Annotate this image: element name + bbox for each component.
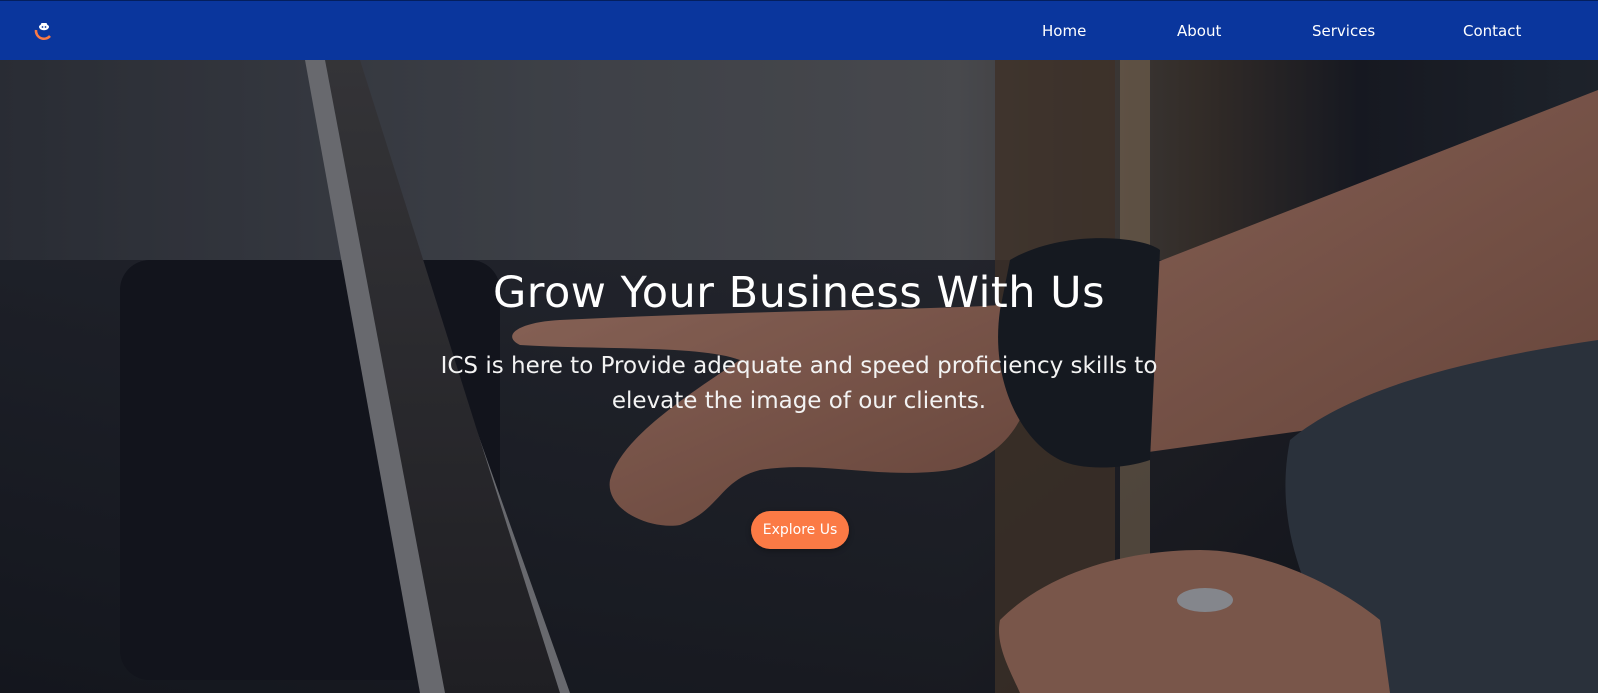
- hero-title: Grow Your Business With Us: [492, 268, 1106, 318]
- nav-link-home[interactable]: Home: [1042, 22, 1086, 40]
- hero-content: Grow Your Business With Us ICS is here t…: [0, 60, 1598, 693]
- ics-logo-icon[interactable]: [32, 18, 56, 42]
- nav-link-services[interactable]: Services: [1312, 22, 1375, 40]
- explore-us-button[interactable]: Explore Us: [751, 511, 849, 549]
- nav-link-contact[interactable]: Contact: [1463, 22, 1521, 40]
- hero-section: Grow Your Business With Us ICS is here t…: [0, 60, 1598, 693]
- hero-subtitle: ICS is here to Provide adequate and spee…: [440, 353, 1158, 414]
- navbar: Home About Services Contact: [0, 0, 1598, 60]
- nav-link-about[interactable]: About: [1177, 22, 1221, 40]
